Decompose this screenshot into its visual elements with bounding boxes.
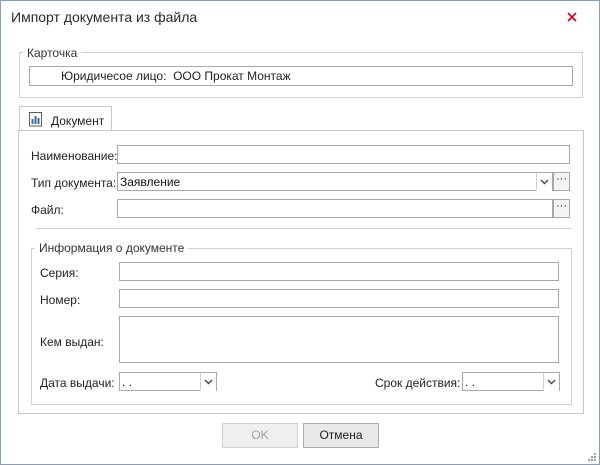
separator [35, 228, 571, 229]
info-group-legend: Информация о документе [35, 241, 189, 255]
cancel-button[interactable]: Отмена [303, 423, 379, 448]
doctype-browse-button[interactable]: ··· [553, 172, 570, 191]
name-label: Наименование: [31, 149, 118, 163]
issue-date-label: Дата выдачи: [40, 376, 115, 390]
chevron-down-icon [547, 379, 556, 385]
number-input[interactable] [119, 289, 559, 308]
issuer-textarea[interactable] [119, 316, 559, 363]
issuer-label: Кем выдан: [40, 335, 104, 349]
doctype-select[interactable]: Заявление [117, 172, 553, 191]
validity-date-dropdown-button[interactable] [543, 373, 559, 391]
doctype-label: Тип документа: [31, 176, 117, 190]
file-input[interactable] [117, 199, 553, 218]
issue-date-dropdown-button[interactable] [200, 373, 216, 391]
card-group-legend: Карточка [23, 46, 82, 60]
doctype-dropdown-button[interactable] [536, 173, 552, 191]
validity-label: Срок действия: [375, 376, 461, 390]
entity-field: Юридичесое лицо: ООО Прокат Монтаж [29, 66, 573, 86]
series-label: Серия: [40, 266, 79, 280]
tab-document-label: Документ [51, 114, 105, 128]
number-label: Номер: [40, 293, 81, 307]
close-button[interactable] [561, 7, 583, 27]
issue-date-value: . . [122, 375, 133, 389]
title-bar: Импорт документа из файла [1, 1, 599, 33]
chevron-down-icon [204, 379, 213, 385]
document-chart-icon [29, 112, 42, 127]
series-input[interactable] [119, 262, 559, 281]
file-label: Файл: [31, 203, 64, 217]
name-input[interactable] [117, 145, 570, 164]
resize-grip-icon[interactable] [587, 452, 597, 462]
doctype-value: Заявление [120, 175, 181, 189]
import-document-dialog: Импорт документа из файла Карточка Юриди… [0, 0, 600, 465]
validity-date-value: . . [465, 375, 476, 389]
validity-date-picker[interactable]: . . [462, 372, 560, 391]
window-title: Импорт документа из файла [11, 9, 198, 25]
entity-text: Юридичесое лицо: ООО Прокат Монтаж [61, 69, 291, 83]
file-browse-button[interactable]: ··· [553, 199, 570, 218]
close-icon [567, 12, 577, 22]
tab-document[interactable]: Документ [19, 106, 112, 132]
issue-date-picker[interactable]: . . [119, 372, 217, 391]
ok-button[interactable]: OK [222, 423, 298, 448]
chevron-down-icon [540, 179, 549, 185]
